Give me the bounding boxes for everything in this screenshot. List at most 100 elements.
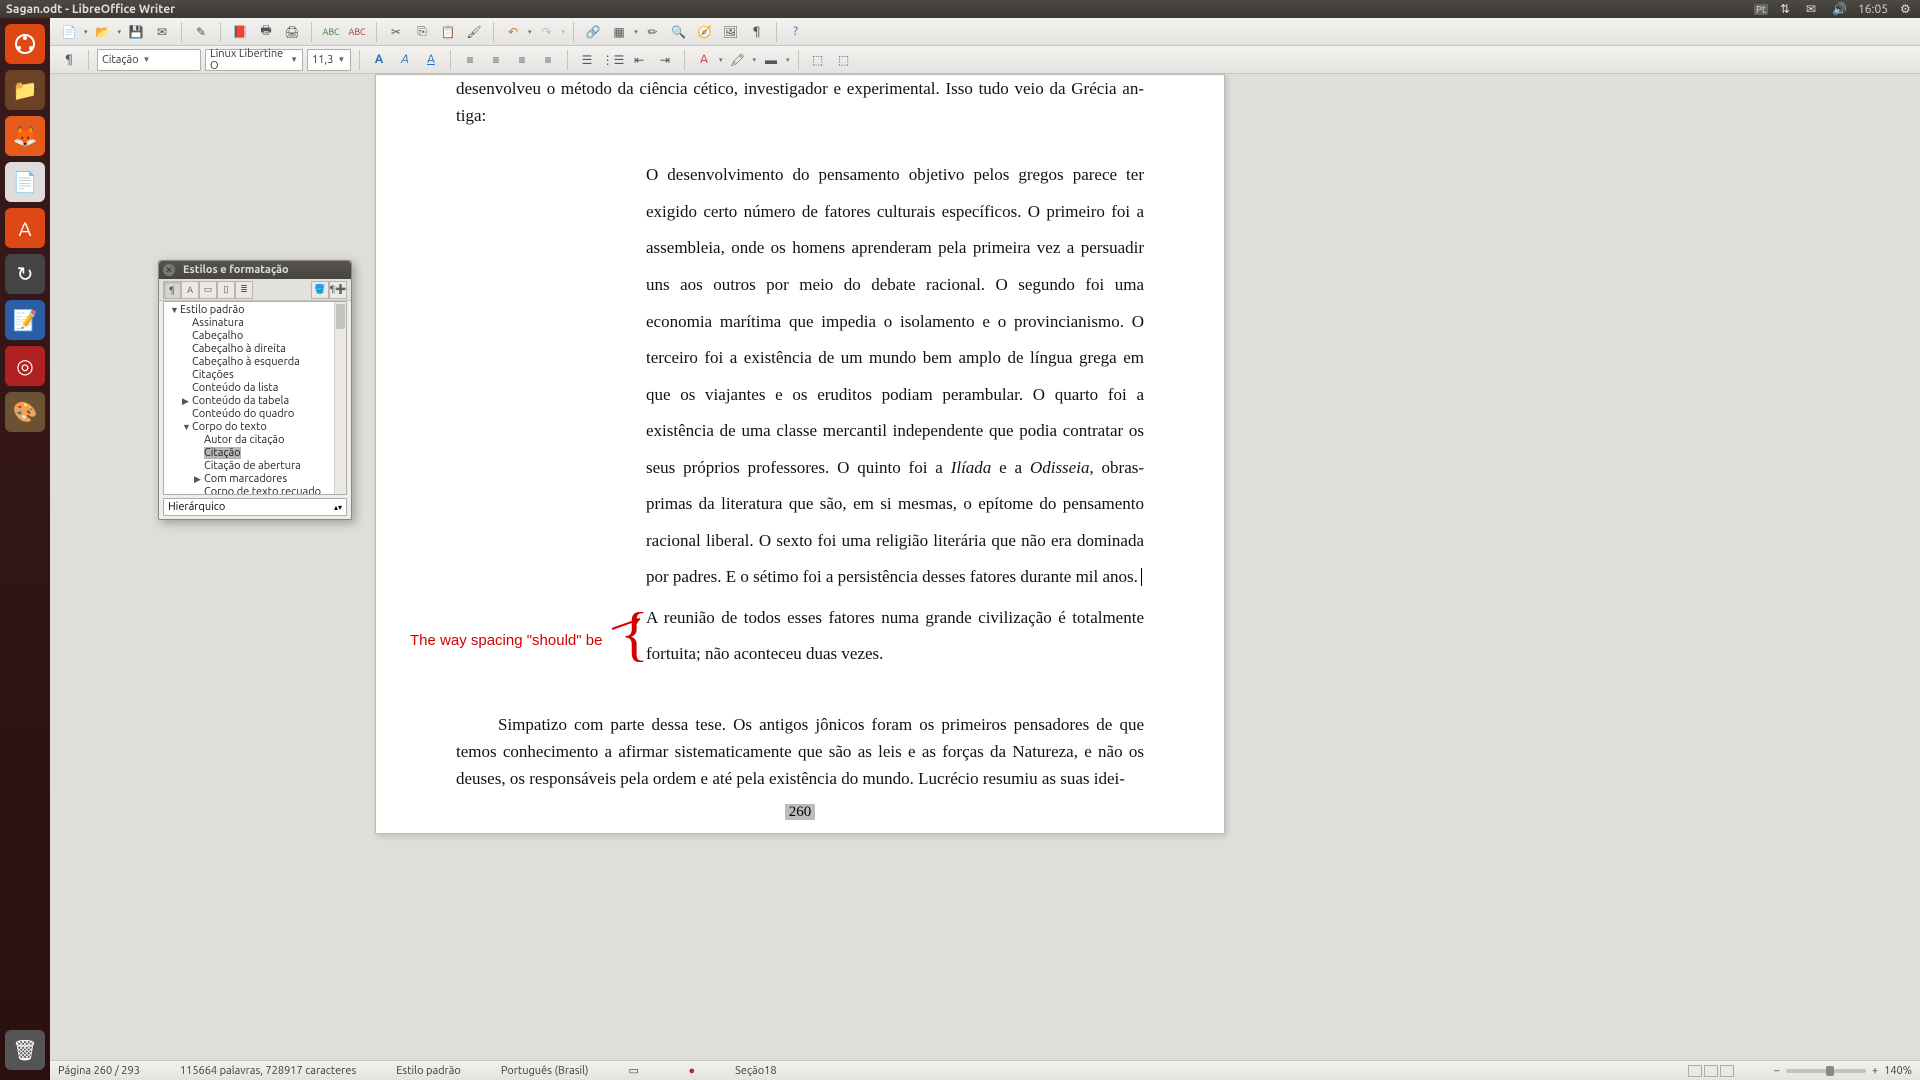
autospell-button[interactable]: ABC: [346, 21, 368, 43]
increase-indent-button[interactable]: ⇥: [654, 49, 676, 71]
export-pdf-button[interactable]: 📕: [229, 21, 251, 43]
gimp-icon[interactable]: 🎨: [5, 392, 45, 432]
updates-icon[interactable]: ↻: [5, 254, 45, 294]
trash-icon[interactable]: 🗑: [5, 1030, 45, 1070]
italic-button[interactable]: A: [394, 49, 416, 71]
tab-frame-styles[interactable]: ▭: [199, 281, 217, 299]
styles-panel-titlebar[interactable]: ✕ Estilos e formatação: [159, 261, 351, 279]
tree-expand-icon[interactable]: ▶: [182, 395, 192, 408]
tree-item[interactable]: Corpo de texto recuado: [164, 486, 346, 495]
underline-button[interactable]: A: [420, 49, 442, 71]
help-button[interactable]: ?: [785, 21, 807, 43]
tree-item[interactable]: Citação de abertura: [164, 460, 346, 473]
show-draw-button[interactable]: ✏: [642, 21, 664, 43]
files-icon[interactable]: 📁: [5, 70, 45, 110]
status-signature[interactable]: ●: [688, 1065, 695, 1077]
firefox-icon[interactable]: 🦊: [5, 116, 45, 156]
clone-format-button[interactable]: 🖌: [463, 21, 485, 43]
clock[interactable]: 16:05: [1858, 3, 1888, 16]
tree-item[interactable]: ▶Com marcadores: [164, 473, 346, 486]
align-right-button[interactable]: ≡: [511, 49, 533, 71]
styles-tree[interactable]: ▼Estilo padrãoAssinaturaCabeçalhoCabeçal…: [163, 301, 347, 495]
view-single-button[interactable]: [1688, 1065, 1702, 1077]
paste-button[interactable]: 📋: [437, 21, 459, 43]
tree-item[interactable]: Citação: [164, 447, 346, 460]
open-button[interactable]: 📂: [92, 21, 114, 43]
bullet-list-button[interactable]: ⋮☰: [602, 49, 624, 71]
status-insert-mode[interactable]: ▭: [628, 1064, 648, 1077]
align-left-button[interactable]: ≡: [459, 49, 481, 71]
page-text-area[interactable]: desenvolveu o método da ciência cético, …: [456, 75, 1144, 773]
view-multi-button[interactable]: [1704, 1065, 1718, 1077]
status-words[interactable]: 115664 palavras, 728917 caracteres: [180, 1065, 356, 1077]
tree-item[interactable]: ▼Estilo padrão: [164, 304, 346, 317]
zoom-slider-thumb[interactable]: [1826, 1066, 1834, 1076]
status-section[interactable]: Seção18: [735, 1065, 776, 1077]
zoom-slider[interactable]: [1786, 1069, 1866, 1073]
table-button[interactable]: ▦: [608, 21, 630, 43]
styles-panel[interactable]: ✕ Estilos e formatação ¶ A ▭ ▯ ≣ 🪣 ¶➕ ▼E…: [158, 260, 352, 520]
software-center-icon[interactable]: A: [5, 208, 45, 248]
font-size-combo[interactable]: 11,3▼: [307, 49, 351, 71]
document-canvas[interactable]: desenvolveu o método da ciência cético, …: [50, 74, 1920, 1060]
tab-page-styles[interactable]: ▯: [217, 281, 235, 299]
status-language[interactable]: Português (Brasil): [501, 1065, 589, 1077]
tab-list-styles[interactable]: ≣: [235, 281, 253, 299]
status-page[interactable]: Página 260 / 293: [58, 1065, 140, 1077]
navigator-button[interactable]: 🧭: [694, 21, 716, 43]
print-button[interactable]: 🖨: [281, 21, 303, 43]
tree-item[interactable]: Cabeçalho: [164, 330, 346, 343]
pdf-icon[interactable]: ◎: [5, 346, 45, 386]
zoom-in-button[interactable]: +: [1872, 1065, 1878, 1077]
zoom-percent[interactable]: 140%: [1884, 1065, 1912, 1077]
tree-expand-icon[interactable]: ▼: [182, 421, 192, 434]
font-color-button[interactable]: A: [693, 49, 715, 71]
tab-char-styles[interactable]: A: [181, 281, 199, 299]
tree-item[interactable]: ▶Conteúdo da tabela: [164, 395, 346, 408]
tree-item[interactable]: Citações: [164, 369, 346, 382]
gear-icon[interactable]: ⚙: [1900, 2, 1914, 16]
edit-button[interactable]: ✎: [190, 21, 212, 43]
dash-icon[interactable]: [5, 24, 45, 64]
tree-item[interactable]: Conteúdo do quadro: [164, 408, 346, 421]
tree-item[interactable]: Conteúdo da lista: [164, 382, 346, 395]
cut-button[interactable]: ✂: [385, 21, 407, 43]
print-preview-button[interactable]: 🖶: [255, 21, 277, 43]
keyboard-indicator[interactable]: Pt: [1754, 4, 1768, 15]
scrollbar[interactable]: [334, 302, 346, 494]
network-icon[interactable]: ⇅: [1780, 2, 1794, 16]
tree-item[interactable]: Cabeçalho à esquerda: [164, 356, 346, 369]
tree-expand-icon[interactable]: ▼: [170, 304, 180, 317]
hyperlink-button[interactable]: 🔗: [582, 21, 604, 43]
copy-button[interactable]: ⎘: [411, 21, 433, 43]
sound-icon[interactable]: 🔊: [1832, 2, 1846, 16]
decrease-indent-button[interactable]: ⇤: [628, 49, 650, 71]
find-button[interactable]: 🔍: [668, 21, 690, 43]
redo-button[interactable]: ↷: [536, 21, 558, 43]
bg-color-button[interactable]: ▬: [760, 49, 782, 71]
mail-icon[interactable]: ✉: [1806, 2, 1820, 16]
new-button[interactable]: 📄: [58, 21, 80, 43]
tree-item[interactable]: Autor da citação: [164, 434, 346, 447]
highlight-button[interactable]: 🖍: [727, 49, 749, 71]
fill-format-button[interactable]: 🪣: [311, 281, 329, 299]
nonprinting-button[interactable]: ¶: [746, 21, 768, 43]
undo-button[interactable]: ↶: [502, 21, 524, 43]
scrollbar-thumb[interactable]: [336, 304, 345, 329]
save-button[interactable]: 💾: [125, 21, 147, 43]
styles-filter-combo[interactable]: Hierárquico ▴▾: [163, 498, 347, 516]
bold-button[interactable]: A: [368, 49, 390, 71]
view-book-button[interactable]: [1720, 1065, 1734, 1077]
numbered-list-button[interactable]: ☰: [576, 49, 598, 71]
document-icon[interactable]: 📄: [5, 162, 45, 202]
char-button[interactable]: ⬚: [833, 49, 855, 71]
tree-item[interactable]: ▼Corpo do texto: [164, 421, 346, 434]
writer-icon[interactable]: 📝: [5, 300, 45, 340]
spellcheck-button[interactable]: ABC: [320, 21, 342, 43]
tree-expand-icon[interactable]: ▶: [194, 473, 204, 486]
align-justify-button[interactable]: ≡: [537, 49, 559, 71]
font-name-combo[interactable]: Linux Libertine O▼: [205, 49, 303, 71]
tab-paragraph-styles[interactable]: ¶: [163, 281, 181, 299]
styles-button[interactable]: ¶: [58, 49, 80, 71]
paragraph-style-combo[interactable]: Citação▼: [97, 49, 201, 71]
